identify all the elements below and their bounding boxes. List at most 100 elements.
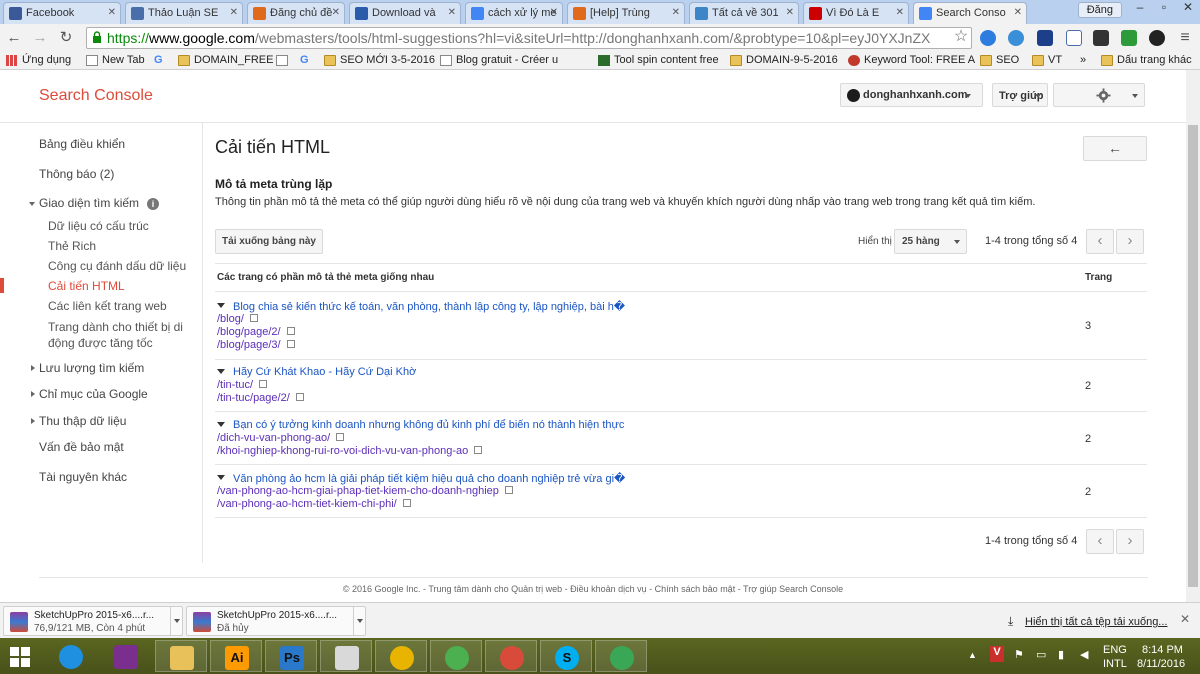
volume-icon[interactable]: ◀ [1080, 648, 1088, 661]
bookmark-item[interactable]: Blog gratuit - Créer u [440, 53, 558, 69]
sidebar-item[interactable]: động được tăng tốc [48, 336, 153, 350]
action-center-icon[interactable]: ⚑ [1014, 648, 1024, 661]
input-language[interactable]: ENG [1103, 644, 1127, 656]
external-link-icon[interactable] [286, 327, 295, 335]
page-url-link[interactable]: /van-phong-ao-hcm-giai-phap-tiet-kiem-ch… [217, 485, 513, 497]
bookmark-item[interactable]: Keyword Tool: FREE A [848, 53, 975, 69]
bookmark-item[interactable] [276, 53, 292, 69]
meta-description-title[interactable]: Văn phòng ảo hcm là giải pháp tiết kiệm … [233, 472, 625, 485]
external-link-icon[interactable] [504, 486, 513, 494]
page-url-link[interactable]: /dich-vu-van-phong-ao/ [217, 432, 345, 444]
extension-shield-icon[interactable] [1037, 30, 1053, 46]
taskbar-winrar[interactable] [100, 640, 152, 672]
external-link-icon[interactable] [286, 340, 295, 348]
tab-close-icon[interactable]: ✕ [448, 7, 456, 18]
taskbar-chrome-user[interactable] [485, 640, 537, 672]
extension-sync-icon[interactable] [1149, 30, 1165, 46]
show-all-downloads-link[interactable]: Hiển thị tất cả tệp tải xuống... [1025, 616, 1167, 628]
download-menu-icon[interactable] [170, 607, 182, 635]
back-icon[interactable]: ← [5, 29, 23, 47]
bookmark-item[interactable]: DOMAIN-9-5-2016 [730, 53, 838, 69]
sidebar-item[interactable]: Giao diện tìm kiếm i [39, 196, 160, 210]
search-console-logo[interactable]: Search Console [39, 87, 153, 105]
scrollbar-thumb[interactable] [1188, 125, 1198, 587]
page-url-link[interactable]: /tin-tuc/page/2/ [217, 392, 304, 404]
browser-tab[interactable]: Download và ✕ [349, 2, 461, 24]
clock-date[interactable]: 8/11/2016 [1137, 658, 1185, 670]
next-page-button[interactable]: › [1116, 229, 1144, 254]
bookmark-item[interactable]: SEO [980, 53, 1019, 69]
input-layout[interactable]: INTL [1103, 658, 1127, 670]
sidebar-item[interactable]: Thẻ Rich [48, 239, 96, 253]
expand-triangle-icon[interactable] [217, 422, 225, 427]
sidebar-item[interactable]: Các liên kết trang web [48, 299, 167, 313]
external-link-icon[interactable] [402, 499, 411, 507]
external-link-icon[interactable] [249, 314, 258, 322]
meta-description-title[interactable]: Hãy Cứ Khát Khao - Hãy Cứ Dại Khờ [233, 366, 416, 378]
bookmark-item[interactable]: SEO MỚI 3-5-2016 [324, 53, 435, 69]
maximize-icon[interactable]: ▫ [1152, 0, 1176, 18]
minimize-icon[interactable]: – [1128, 0, 1152, 18]
clock-time[interactable]: 8:14 PM [1142, 644, 1183, 656]
meta-description-title[interactable]: Bạn có ý tưởng kinh doanh nhưng không đủ… [233, 419, 624, 431]
sidebar-item[interactable]: Bảng điều khiển [39, 137, 125, 151]
expand-triangle-icon[interactable] [217, 303, 225, 308]
browser-tab[interactable]: Facebook ✕ [3, 2, 121, 24]
triangle-right-icon[interactable] [31, 365, 35, 371]
extension-m-icon[interactable] [1093, 30, 1109, 46]
browser-tab[interactable]: Search Conso ✕ [913, 2, 1027, 25]
triangle-right-icon[interactable] [31, 418, 35, 424]
extension-flag-icon[interactable] [1066, 30, 1082, 46]
page-url-link[interactable]: /blog/ [217, 313, 258, 325]
bookmarks-overflow[interactable]: » [1080, 53, 1086, 69]
sidebar-item[interactable]: Vấn đề bảo mật [39, 440, 124, 454]
meta-description-title[interactable]: Blog chia sẻ kiến thức kế toán, văn phòn… [233, 300, 625, 313]
tab-close-icon[interactable]: ✕ [230, 7, 238, 18]
help-button[interactable]: Trợ giúp [992, 83, 1048, 107]
tab-close-icon[interactable]: ✕ [108, 7, 116, 18]
page-url-link[interactable]: /blog/page/2/ [217, 326, 295, 338]
bookmark-other[interactable]: Dấu trang khác [1101, 53, 1192, 69]
taskbar-internet-explorer[interactable] [45, 640, 97, 672]
close-icon[interactable]: ✕ [1180, 612, 1190, 626]
taskbar-illustrator[interactable]: Ai [210, 640, 262, 672]
back-button[interactable]: ← [1083, 136, 1147, 161]
browser-tab[interactable]: Đăng chủ đề ✕ [247, 2, 345, 24]
page-url-link[interactable]: /khoi-nghiep-khong-rui-ro-voi-dich-vu-va… [217, 445, 483, 457]
tab-close-icon[interactable]: ✕ [550, 7, 558, 18]
sidebar-item[interactable]: Chỉ mục của Google [39, 387, 148, 401]
external-link-icon[interactable] [259, 380, 268, 388]
page-url-link[interactable]: /tin-tuc/ [217, 379, 268, 391]
bookmark-item[interactable]: Ứng dụng [6, 53, 71, 69]
profile-button[interactable]: Đăng [1077, 2, 1122, 18]
prev-page-button-bottom[interactable]: ‹ [1086, 529, 1114, 554]
external-link-icon[interactable] [295, 393, 304, 401]
unikey-icon[interactable]: V [990, 646, 1004, 662]
monitor-icon[interactable]: ▭ [1036, 648, 1046, 661]
tab-close-icon[interactable]: ✕ [672, 7, 680, 18]
address-bar[interactable]: https://www.google.com/webmasters/tools/… [86, 27, 972, 49]
tab-close-icon[interactable]: ✕ [896, 7, 904, 18]
tab-close-icon[interactable]: ✕ [786, 7, 794, 18]
download-table-button[interactable]: Tải xuống bảng này [215, 229, 323, 254]
download-menu-icon[interactable] [353, 607, 365, 635]
tab-close-icon[interactable]: ✕ [332, 7, 340, 18]
taskbar-fax-app[interactable] [320, 640, 372, 672]
extension-globe-icon[interactable] [1008, 30, 1024, 46]
menu-icon[interactable]: ≡ [1176, 29, 1194, 47]
info-icon[interactable]: i [147, 198, 160, 210]
bookmark-item[interactable]: New Tab [86, 53, 145, 69]
taskbar-file-explorer[interactable] [155, 640, 207, 672]
expand-triangle-icon[interactable] [217, 475, 225, 480]
taskbar-skype[interactable]: S [540, 640, 592, 672]
browser-tab[interactable]: Vì Đó Là E ✕ [803, 2, 909, 24]
sidebar-item[interactable]: Thông báo (2) [39, 167, 114, 181]
external-link-icon[interactable] [336, 433, 345, 441]
sidebar-item[interactable]: Công cụ đánh dấu dữ liệu [48, 259, 186, 273]
start-button[interactable] [10, 647, 30, 667]
extension-dl-icon[interactable] [1121, 30, 1137, 46]
external-link-icon[interactable] [474, 446, 483, 454]
download-item[interactable]: SketchUpPro 2015-x6....r... 76,9/121 MB, … [3, 606, 183, 636]
sidebar-item[interactable]: Thu thập dữ liệu [39, 414, 126, 428]
rows-per-page-select[interactable]: 25 hàng [894, 229, 967, 254]
